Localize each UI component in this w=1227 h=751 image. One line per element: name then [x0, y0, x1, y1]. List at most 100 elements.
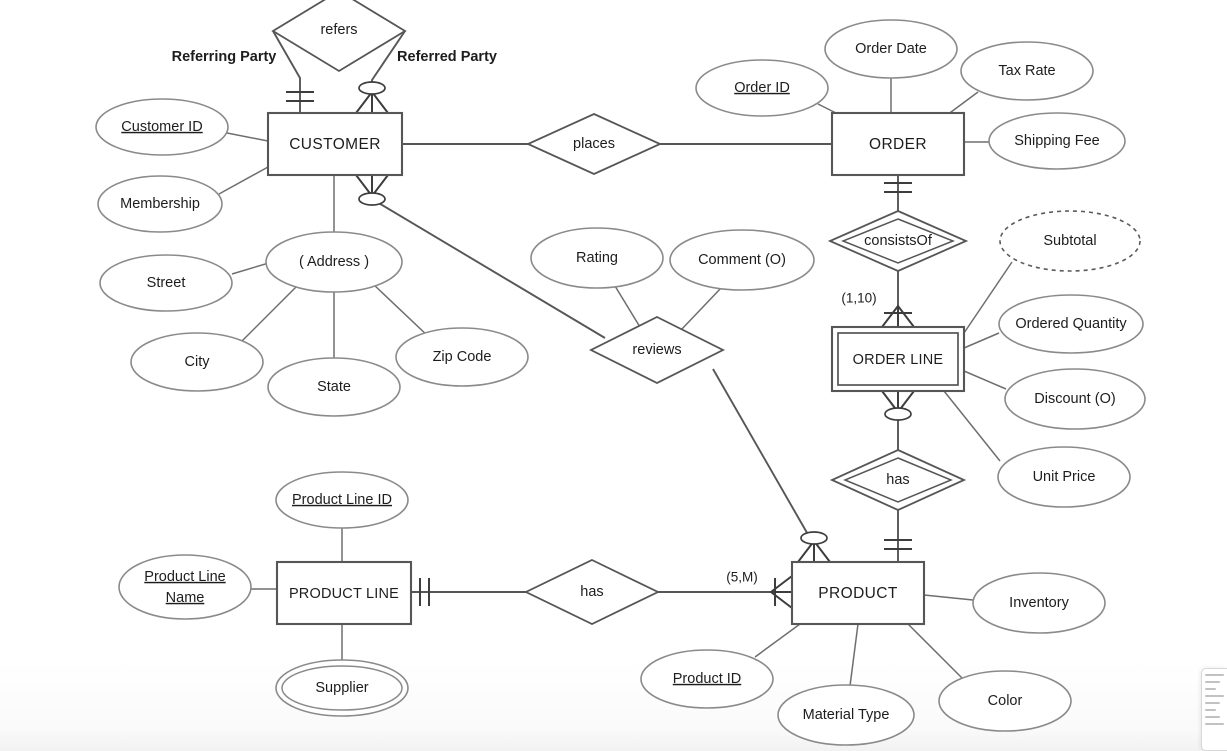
entity-customer[interactable]: CUSTOMER — [266, 111, 404, 177]
edge-orderline-discount — [963, 370, 1007, 390]
attribute-subtotal[interactable]: Subtotal — [999, 210, 1141, 272]
attribute-order-date-label: Order Date — [855, 41, 927, 57]
edge-product-inventory — [923, 594, 974, 601]
attribute-discount-label: Discount (O) — [1034, 391, 1115, 407]
attribute-customer-id-label: Customer ID — [121, 119, 202, 135]
entity-product-line-label: PRODUCT LINE — [289, 586, 399, 602]
panel-line — [1205, 688, 1217, 690]
attribute-shipping-fee-label: Shipping Fee — [1014, 133, 1099, 149]
adjacent-panel-sliver[interactable] — [1201, 668, 1227, 751]
edge-product-materialtype — [849, 623, 859, 687]
entity-order-line-label: ORDER LINE — [853, 352, 944, 368]
relationship-places[interactable]: places — [525, 113, 663, 175]
attribute-product-line-id[interactable]: Product Line ID — [275, 471, 409, 529]
notation-orderline-has-many — [881, 390, 915, 421]
attribute-customer-id[interactable]: Customer ID — [95, 98, 229, 156]
attribute-ordered-quantity-label: Ordered Quantity — [1015, 316, 1127, 332]
notation-product-hasline-manymandatory — [769, 575, 793, 609]
edge-order-taxrate — [946, 91, 979, 116]
entity-product-label: PRODUCT — [818, 585, 898, 602]
panel-line — [1205, 702, 1221, 704]
edge-customer-customerid — [226, 132, 269, 142]
diagram-canvas: CUSTOMER ORDER ORDER LINE PRODUCT PRODUC… — [0, 0, 1227, 751]
cardinality-label-product-has: (5,M) — [726, 570, 758, 585]
attribute-shipping-fee[interactable]: Shipping Fee — [988, 112, 1126, 170]
relationship-has-product-line-product-label: has — [580, 584, 603, 600]
attribute-city-label: City — [185, 354, 211, 370]
attribute-color[interactable]: Color — [938, 670, 1072, 732]
attribute-order-id-label: Order ID — [734, 80, 790, 96]
notation-orderline-consistsof-manymandatory — [881, 304, 915, 328]
edge-reviews-rating — [614, 285, 641, 328]
attribute-address[interactable]: ( Address ) — [265, 231, 403, 293]
attribute-unit-price-label: Unit Price — [1033, 469, 1096, 485]
attribute-product-line-name-label-line2: Name — [166, 590, 205, 606]
edge-product-productid — [754, 623, 801, 658]
cardinality-label-order-line-consistsof: (1,10) — [841, 291, 876, 306]
attribute-discount[interactable]: Discount (O) — [1004, 368, 1146, 430]
panel-line — [1205, 709, 1217, 711]
entity-product-line[interactable]: PRODUCT LINE — [275, 560, 413, 626]
attribute-unit-price[interactable]: Unit Price — [997, 446, 1131, 508]
er-diagram-svg: CUSTOMER ORDER ORDER LINE PRODUCT PRODUC… — [95, 0, 1146, 746]
entity-order-line[interactable]: ORDER LINE — [830, 325, 966, 393]
attribute-ordered-quantity[interactable]: Ordered Quantity — [998, 294, 1144, 354]
attribute-street[interactable]: Street — [99, 254, 233, 312]
attribute-color-label: Color — [988, 693, 1023, 709]
notation-customer-reviews-many — [355, 174, 389, 206]
entity-order[interactable]: ORDER — [830, 111, 966, 177]
panel-line — [1205, 716, 1221, 718]
attribute-order-id[interactable]: Order ID — [695, 59, 829, 117]
attribute-product-line-name-label-line1: Product Line — [144, 569, 225, 585]
edge-address-zipcode — [371, 282, 431, 339]
entity-customer-label: CUSTOMER — [289, 136, 381, 153]
relationship-places-label: places — [573, 136, 615, 152]
edge-product-color — [907, 623, 963, 679]
attribute-zip-code-label: Zip Code — [433, 349, 492, 365]
attribute-product-line-id-label: Product Line ID — [292, 492, 392, 508]
role-label-referring-party: Referring Party — [172, 49, 277, 65]
attribute-zip-code[interactable]: Zip Code — [395, 327, 529, 387]
entity-product[interactable]: PRODUCT — [790, 560, 926, 626]
attribute-street-label: Street — [147, 275, 186, 291]
attribute-product-line-name[interactable]: Product Line Name — [118, 554, 252, 620]
panel-line — [1205, 723, 1224, 725]
attribute-supplier[interactable]: Supplier — [275, 659, 409, 717]
attribute-comment[interactable]: Comment (O) — [669, 229, 815, 291]
attribute-rating-label: Rating — [576, 250, 618, 266]
relationship-consistsof-label: consistsOf — [864, 233, 933, 249]
attribute-order-date[interactable]: Order Date — [824, 19, 958, 79]
edge-address-city — [240, 282, 301, 343]
panel-line — [1205, 695, 1224, 697]
attribute-comment-label: Comment (O) — [698, 252, 786, 268]
attribute-supplier-label: Supplier — [315, 680, 368, 696]
attribute-city[interactable]: City — [130, 332, 264, 392]
relationship-has-order-line-product[interactable]: has — [829, 449, 967, 511]
relationship-reviews[interactable]: reviews — [588, 315, 726, 385]
attribute-tax-rate[interactable]: Tax Rate — [960, 41, 1094, 101]
role-label-referred-party: Referred Party — [397, 49, 497, 65]
attribute-membership-label: Membership — [120, 196, 200, 212]
relationship-consistsof[interactable]: consistsOf — [827, 210, 969, 272]
attribute-inventory-label: Inventory — [1009, 595, 1069, 611]
edge-orderline-unitprice — [943, 390, 1001, 462]
relationship-has-product-line-product[interactable]: has — [523, 558, 661, 626]
attribute-inventory[interactable]: Inventory — [972, 572, 1106, 634]
attribute-material-type-label: Material Type — [803, 707, 890, 723]
attribute-address-label: ( Address ) — [299, 254, 369, 270]
edge-reviews-comment — [680, 286, 723, 331]
attribute-state[interactable]: State — [267, 357, 401, 417]
notation-customer-refers-many — [355, 81, 389, 114]
attribute-product-id-label: Product ID — [673, 671, 742, 687]
attribute-rating[interactable]: Rating — [530, 227, 664, 289]
attribute-material-type[interactable]: Material Type — [777, 684, 915, 746]
attribute-product-id[interactable]: Product ID — [640, 649, 774, 709]
panel-line — [1205, 681, 1221, 683]
edge-customer-membership — [218, 166, 269, 195]
notation-product-reviews-many — [797, 531, 831, 563]
attribute-state-label: State — [317, 379, 351, 395]
relationship-has-order-line-product-label: has — [886, 472, 909, 488]
attribute-membership[interactable]: Membership — [97, 175, 223, 233]
edge-orderline-orderedquantity — [963, 332, 1000, 349]
attribute-tax-rate-label: Tax Rate — [998, 63, 1055, 79]
